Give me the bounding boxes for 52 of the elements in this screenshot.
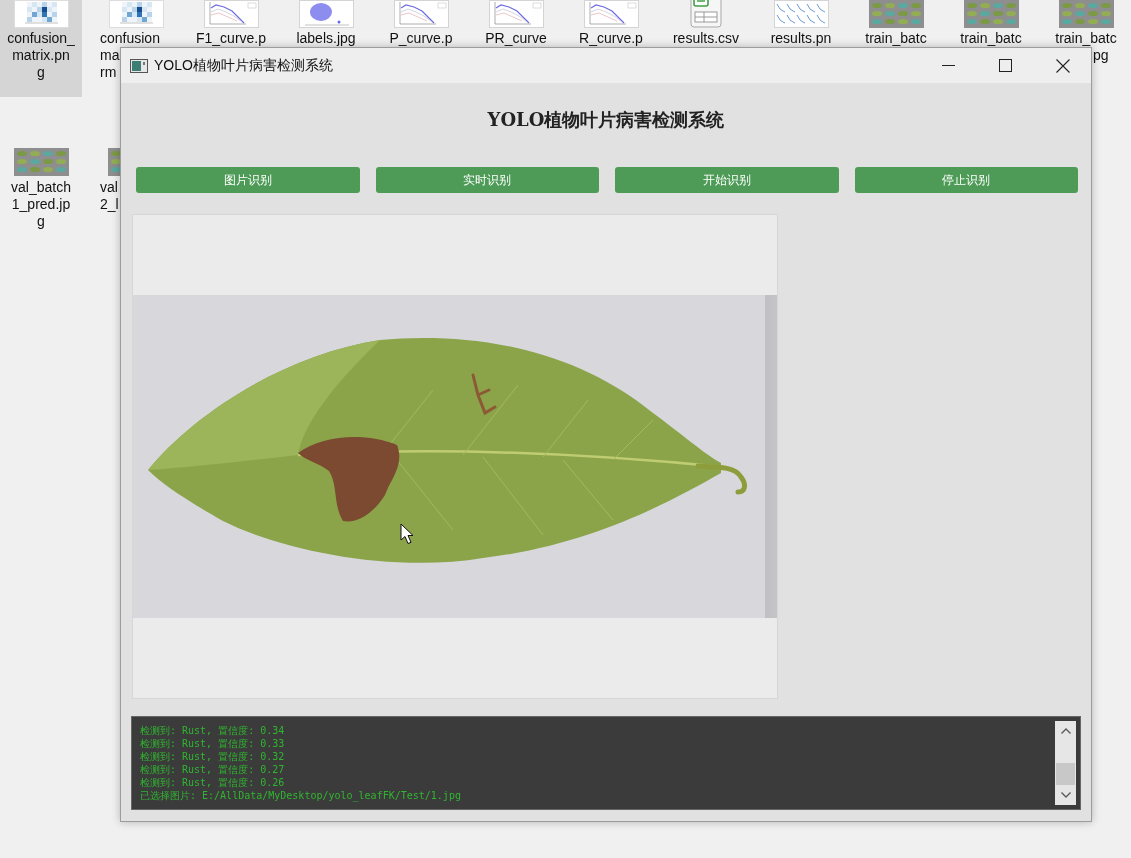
app-heading: YOLO植物叶片病害检测系统 — [487, 108, 725, 132]
file-name[interactable]: confusion — [100, 30, 160, 47]
chart-grid-thumbnail[interactable] — [773, 0, 829, 28]
file-name[interactable]: matrix.pn — [12, 47, 70, 64]
file-name[interactable]: results.pn — [770, 30, 832, 47]
scatter-plot-thumbnail[interactable] — [298, 0, 354, 28]
file-name[interactable]: rm — [100, 64, 117, 81]
maximize-icon[interactable] — [999, 59, 1012, 72]
window-title: YOLO植物叶片病害检测系统 — [154, 56, 333, 75]
log-line: 检测到: Rust, 置信度: 0.27 — [140, 763, 285, 776]
file-name[interactable]: ma — [100, 47, 120, 64]
file-name[interactable]: labels.jpg — [296, 30, 356, 47]
file-name[interactable]: train_batc — [960, 30, 1022, 47]
heatmap-thumbnail[interactable] — [13, 0, 69, 28]
image-thumbnail[interactable] — [108, 148, 120, 176]
file-name[interactable]: R_curve.p — [579, 30, 643, 47]
log-line: 检测到: Rust, 置信度: 0.33 — [140, 737, 285, 750]
scrollbar-thumb[interactable] — [1056, 763, 1075, 785]
app-icon — [130, 58, 148, 73]
file-name[interactable]: 2_l — [100, 196, 119, 213]
mouse-pointer-icon — [400, 523, 414, 545]
log-line: 检测到: Rust, 置信度: 0.32 — [140, 750, 285, 763]
close-icon[interactable] — [1055, 58, 1070, 73]
image-thumbnail[interactable] — [13, 148, 69, 176]
line-chart-thumbnail[interactable] — [488, 0, 544, 28]
file-name[interactable]: PR_curve — [485, 30, 547, 47]
image-thumbnail[interactable] — [868, 0, 924, 28]
file-name[interactable]: pg — [1093, 47, 1109, 64]
file-name[interactable]: g — [37, 213, 45, 230]
log-line: 已选择图片: E:/AllData/MyDesktop/yolo_leafFK/Test/1.jpg — [140, 789, 461, 802]
log-line: 检测到: Rust, 置信度: 0.34 — [140, 724, 285, 737]
chevron-down-icon[interactable] — [1060, 792, 1071, 798]
image-thumbnail[interactable] — [1058, 0, 1114, 28]
file-name[interactable]: 1_pred.jp — [11, 196, 71, 213]
file-name[interactable]: confusion_ — [7, 30, 75, 47]
log-line: 检测到: Rust, 置信度: 0.26 — [140, 776, 285, 789]
image-thumbnail[interactable] — [963, 0, 1019, 28]
line-chart-thumbnail[interactable] — [393, 0, 449, 28]
file-name[interactable]: train_batc — [1055, 30, 1117, 47]
line-chart-thumbnail[interactable] — [203, 0, 259, 28]
file-name[interactable]: val_batch — [11, 179, 71, 196]
file-name[interactable]: g — [37, 64, 45, 81]
file-name[interactable]: P_curve.p — [389, 30, 453, 47]
heatmap-thumbnail[interactable] — [108, 0, 164, 28]
file-name[interactable]: train_batc — [865, 30, 927, 47]
chevron-up-icon[interactable] — [1060, 728, 1071, 734]
file-name[interactable]: results.csv — [672, 30, 740, 47]
file-name[interactable]: val — [100, 179, 118, 196]
line-chart-thumbnail[interactable] — [583, 0, 639, 28]
scrollbar[interactable] — [1055, 721, 1076, 805]
file-name[interactable]: F1_curve.p — [195, 30, 266, 47]
selected-desktop-icon[interactable]: confusion_ matrix.pn g — [0, 0, 82, 97]
